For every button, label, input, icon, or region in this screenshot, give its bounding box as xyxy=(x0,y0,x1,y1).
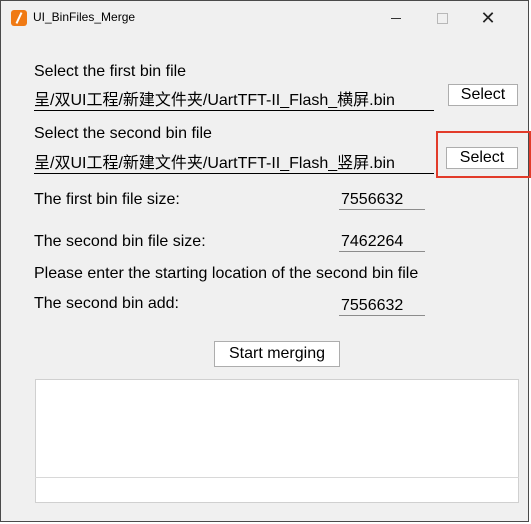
second-bin-path: 呈/双UI工程/新建文件夹/UartTFT-II_Flash_竖屏.bin xyxy=(34,149,434,174)
first-size-value: 7556632 xyxy=(339,191,425,210)
select-highlight-box xyxy=(436,131,531,178)
close-button[interactable]: ✕ xyxy=(465,1,511,35)
output-divider xyxy=(35,477,519,478)
second-bin-add-label: The second bin add: xyxy=(34,295,179,312)
output-log[interactable] xyxy=(35,379,519,503)
app-logo-icon xyxy=(11,10,27,26)
minimize-icon xyxy=(391,17,401,19)
second-bin-label: Select the second bin file xyxy=(34,125,212,142)
second-size-value: 7462264 xyxy=(339,233,425,252)
start-merging-button[interactable]: Start merging xyxy=(214,341,340,367)
app-window: UI_BinFiles_Merge ✕ Select the first bin… xyxy=(0,0,531,522)
first-bin-path: 呈/双UI工程/新建文件夹/UartTFT-II_Flash_横屏.bin xyxy=(34,86,434,111)
first-size-label: The first bin file size: xyxy=(34,191,180,208)
start-location-prompt: Please enter the starting location of th… xyxy=(34,265,419,282)
close-icon: ✕ xyxy=(480,8,496,28)
window-title: UI_BinFiles_Merge xyxy=(33,10,136,24)
select-first-bin-button[interactable]: Select xyxy=(448,84,518,106)
maximize-icon xyxy=(436,12,448,24)
second-bin-add-input[interactable]: 7556632 xyxy=(339,297,425,316)
first-bin-label: Select the first bin file xyxy=(34,63,187,80)
maximize-button[interactable] xyxy=(419,1,465,35)
second-size-label: The second bin file size: xyxy=(34,233,206,250)
minimize-button[interactable] xyxy=(373,1,419,35)
title-bar: UI_BinFiles_Merge ✕ xyxy=(1,1,528,35)
